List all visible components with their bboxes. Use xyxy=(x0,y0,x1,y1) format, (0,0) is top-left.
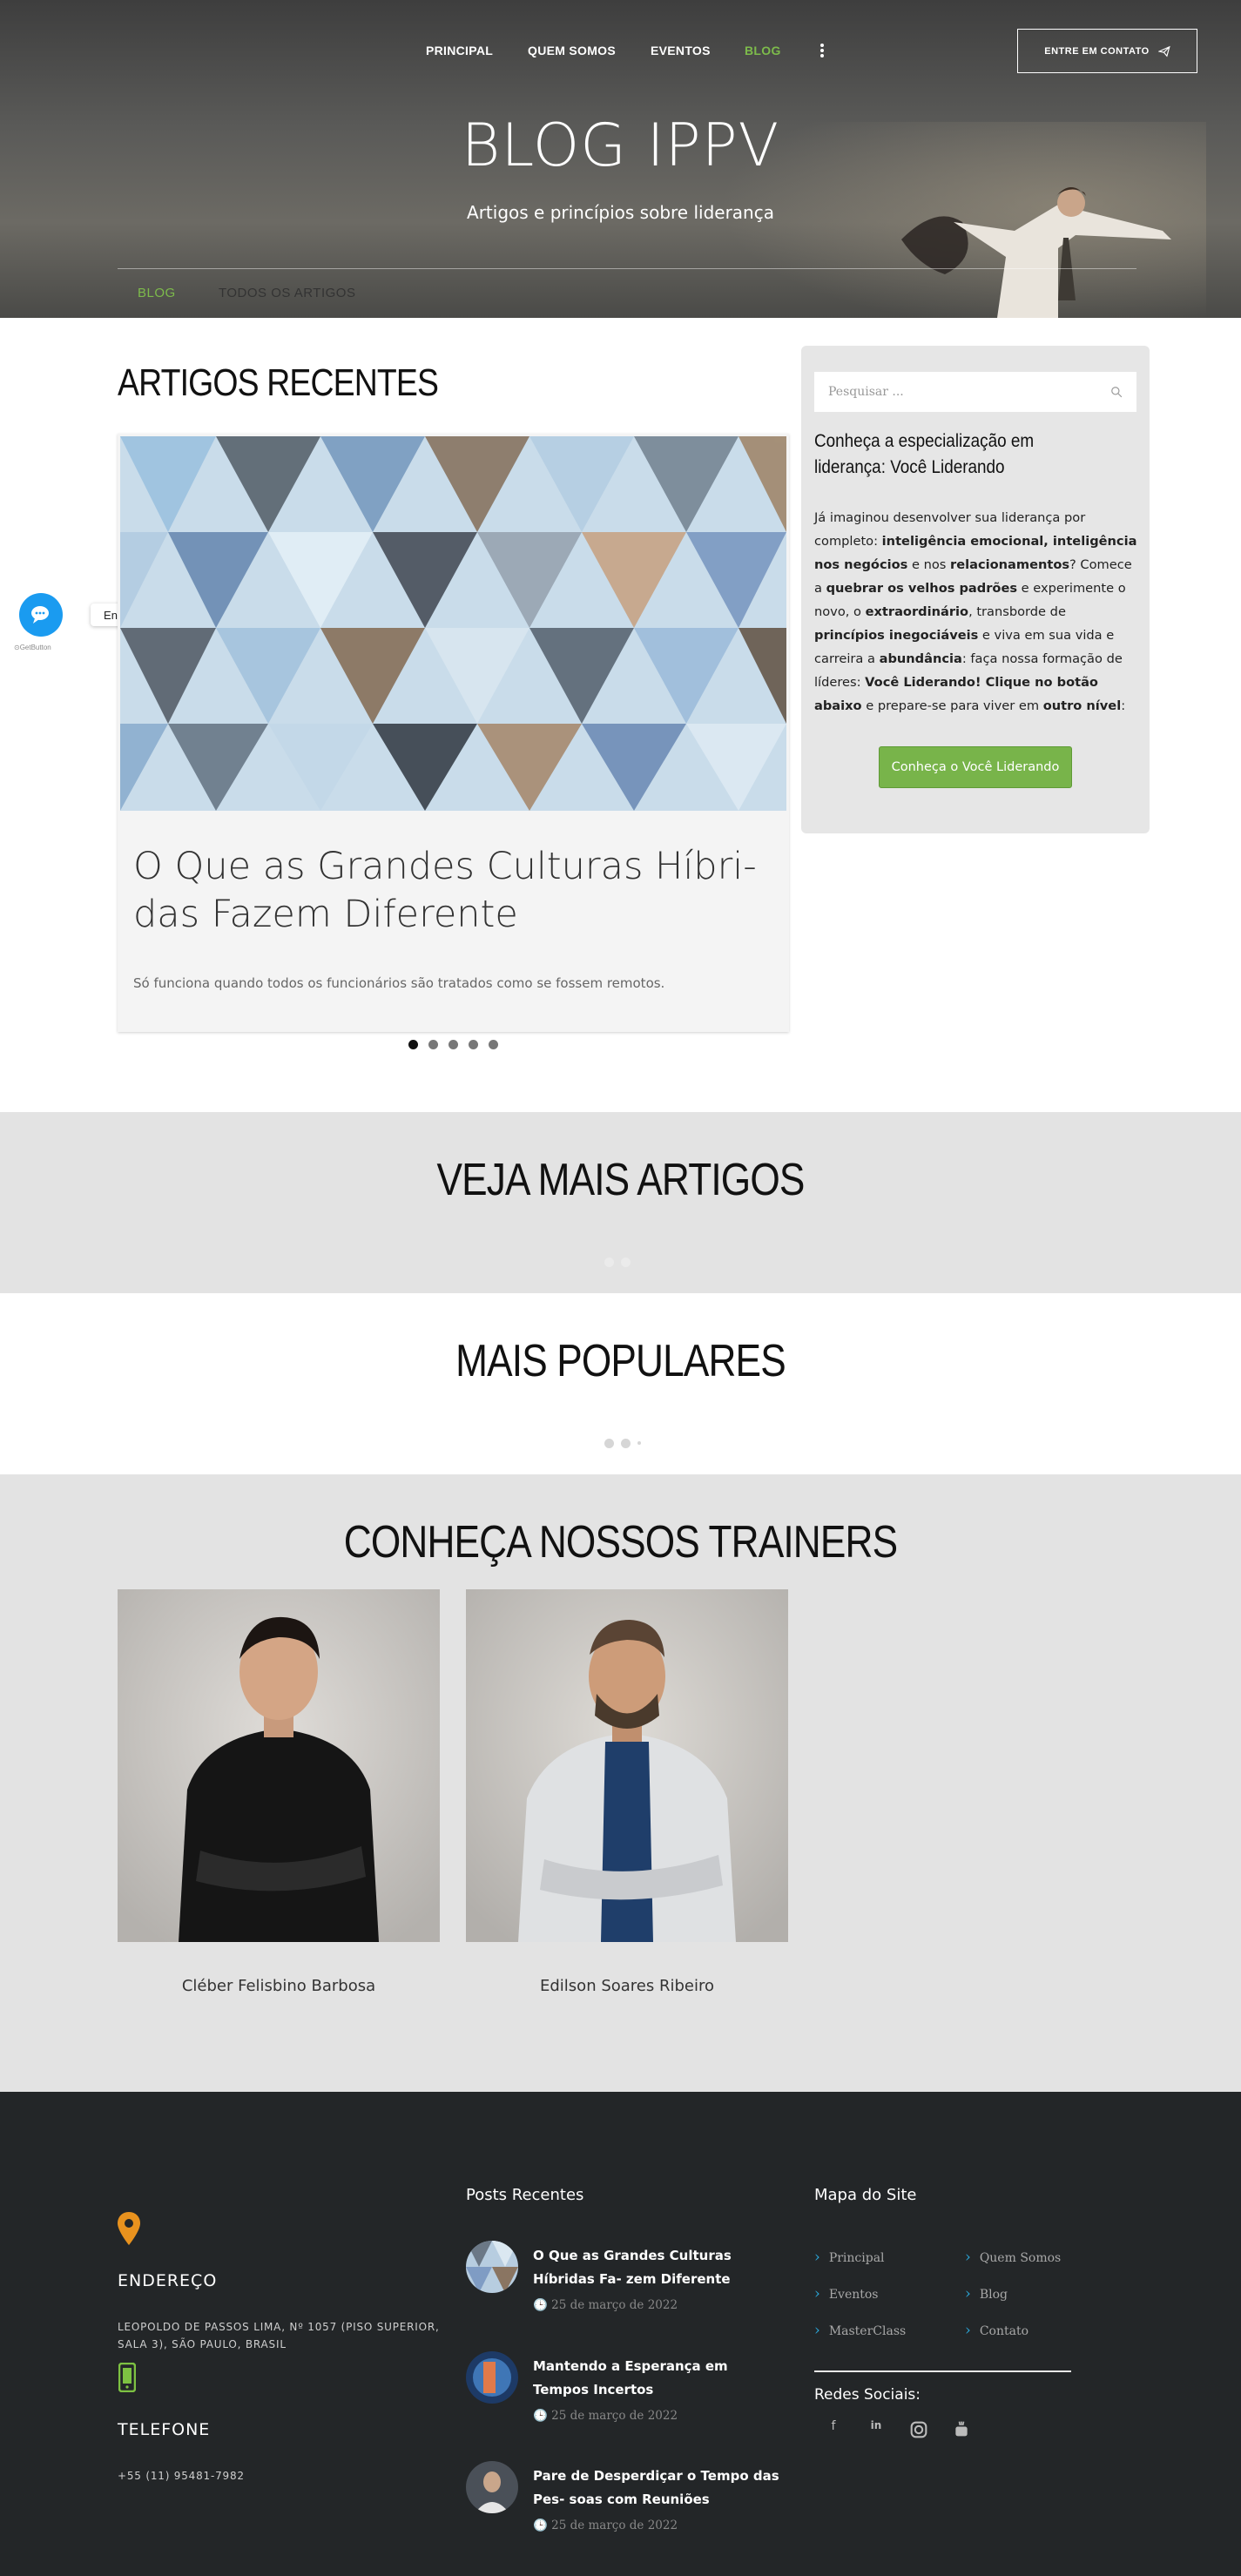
sitemap-link-masterclass[interactable]: MasterClass xyxy=(814,2322,906,2339)
search-input[interactable]: Pesquisar ... xyxy=(828,385,904,399)
send-icon xyxy=(1157,45,1170,57)
trainer-name: Edilson Soares Ribeiro xyxy=(540,1977,714,1995)
hero-banner: PRINCIPAL QUEM SOMOS EVENTOS BLOG ENTRE … xyxy=(0,0,1241,318)
sitemap-heading: Mapa do Site xyxy=(814,2186,917,2204)
search-icon[interactable] xyxy=(1110,386,1123,398)
linkedin-icon[interactable]: in xyxy=(867,2419,885,2437)
sidebar-heading: Conheça a especialização em liderança: V… xyxy=(814,431,1035,477)
facebook-icon[interactable]: f xyxy=(825,2419,842,2437)
post-thumbnail[interactable] xyxy=(466,2461,518,2513)
loading-dots xyxy=(604,1258,631,1267)
tab-todos-os-artigos[interactable]: TODOS OS ARTIGOS xyxy=(219,286,355,300)
post-title[interactable]: O Que as Grandes Culturas Híbridas Fa- z… xyxy=(533,2244,786,2291)
getbutton-brand[interactable]: ⊙GetButton xyxy=(14,644,51,651)
phone-icon xyxy=(118,2363,136,2392)
social-heading: Redes Sociais: xyxy=(814,2386,921,2404)
post-title[interactable]: Pare de Desperdiçar o Tempo das Pes- soa… xyxy=(533,2465,786,2512)
carousel-pagination xyxy=(408,1040,498,1049)
carousel-dot[interactable] xyxy=(408,1040,418,1049)
trainer-photo[interactable] xyxy=(466,1589,788,1942)
chat-float-button[interactable] xyxy=(19,593,63,637)
nav-blog[interactable]: BLOG xyxy=(745,44,781,57)
article-excerpt: Só funciona quando todos os funcionários… xyxy=(133,975,665,991)
more-articles-heading: VEJA MAIS ARTIGOS xyxy=(436,1155,806,1205)
recent-articles-heading: ARTIGOS RECENTES xyxy=(118,361,439,404)
page-title: BLOG IPPV xyxy=(461,111,780,180)
recent-article-card[interactable]: O Que as Grandes Culturas Híbri- das Faz… xyxy=(118,434,789,1032)
post-title[interactable]: Mantendo a Esperança em Tempos Incertos xyxy=(533,2355,786,2402)
more-articles-section: VEJA MAIS ARTIGOS xyxy=(0,1112,1241,1293)
carousel-dot[interactable] xyxy=(449,1040,458,1049)
article-title[interactable]: O Que as Grandes Culturas Híbri- das Faz… xyxy=(133,843,760,939)
instagram-icon[interactable] xyxy=(910,2421,927,2438)
trainer-name: Cléber Felisbino Barbosa xyxy=(181,1977,376,1995)
post-date: 🕒 25 de março de 2022 xyxy=(533,2519,678,2532)
more-menu-icon[interactable] xyxy=(817,42,827,59)
nav-quem-somos[interactable]: QUEM SOMOS xyxy=(528,44,616,57)
trainer-photo[interactable] xyxy=(118,1589,440,1942)
phone-label: TELEFONE xyxy=(118,2420,211,2439)
sidebar-widget: Pesquisar ... Conheça a especialização e… xyxy=(801,346,1150,833)
sitemap-link-contato[interactable]: Contato xyxy=(965,2322,1029,2339)
contact-button[interactable]: ENTRE EM CONTATO xyxy=(1017,29,1197,73)
popular-section: MAIS POPULARES xyxy=(0,1293,1241,1474)
sitemap-link-principal[interactable]: Principal xyxy=(814,2249,885,2266)
footer: ENDEREÇO LEOPOLDO DE PASSOS LIMA, Nº 105… xyxy=(0,2092,1241,2576)
trainers-heading: CONHEÇA NOSSOS TRAINERS xyxy=(343,1517,898,1568)
youtube-icon[interactable] xyxy=(953,2420,970,2438)
page-subtitle: Artigos e princípios sobre liderança xyxy=(467,202,774,223)
popular-heading: MAIS POPULARES xyxy=(455,1336,786,1386)
post-date: 🕒 25 de março de 2022 xyxy=(533,2298,678,2312)
phone-number[interactable]: +55 (11) 95481-7982 xyxy=(118,2467,245,2485)
nav-principal[interactable]: PRINCIPAL xyxy=(426,44,493,57)
loading-dots xyxy=(604,1439,641,1448)
post-thumbnail[interactable] xyxy=(466,2351,518,2404)
voce-liderando-button[interactable]: Conheça o Você Liderando xyxy=(879,746,1072,788)
post-date: 🕒 25 de março de 2022 xyxy=(533,2409,678,2423)
search-field[interactable]: Pesquisar ... xyxy=(814,372,1136,412)
carousel-dot[interactable] xyxy=(489,1040,498,1049)
location-pin-icon xyxy=(118,2212,140,2245)
recent-posts-heading: Posts Recentes xyxy=(466,2186,584,2204)
footer-post[interactable]: O Que as Grandes Culturas Híbridas Fa- z… xyxy=(466,2241,788,2328)
chat-icon xyxy=(31,606,49,624)
hero-man-illustration xyxy=(901,187,1171,318)
post-thumbnail[interactable] xyxy=(466,2241,518,2293)
address-label: ENDEREÇO xyxy=(118,2271,218,2290)
contact-button-label: ENTRE EM CONTATO xyxy=(1044,45,1150,57)
sitemap-link-blog[interactable]: Blog xyxy=(965,2285,1008,2303)
sitemap-link-eventos[interactable]: Eventos xyxy=(814,2285,879,2303)
carousel-dot[interactable] xyxy=(469,1040,478,1049)
sidebar-text: Já imaginou desenvolver sua liderança po… xyxy=(814,510,1137,713)
footer-post[interactable]: Mantendo a Esperança em Tempos Incertos … xyxy=(466,2351,788,2438)
nav-eventos[interactable]: EVENTOS xyxy=(651,44,711,57)
divider xyxy=(118,268,1136,269)
divider xyxy=(814,2370,1071,2372)
tab-blog[interactable]: BLOG xyxy=(138,286,176,300)
footer-post[interactable]: Pare de Desperdiçar o Tempo das Pes- soa… xyxy=(466,2461,788,2548)
article-cover-image xyxy=(120,436,786,811)
sitemap-link-quem-somos[interactable]: Quem Somos xyxy=(965,2249,1061,2266)
address-text: LEOPOLDO DE PASSOS LIMA, Nº 1057 (PISO S… xyxy=(118,2321,440,2350)
carousel-dot[interactable] xyxy=(428,1040,438,1049)
trainers-section: CONHEÇA NOSSOS TRAINERS Cléber Felisbino… xyxy=(0,1474,1241,2092)
